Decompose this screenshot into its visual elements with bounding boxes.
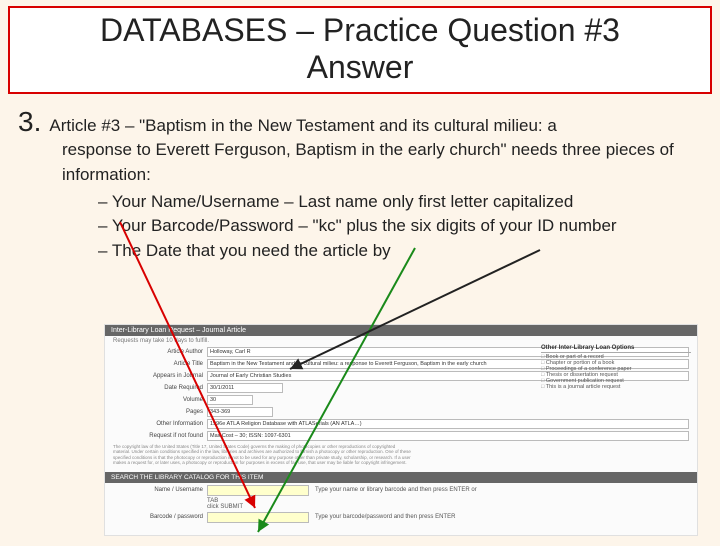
username-field[interactable]	[207, 485, 309, 496]
question-continuation: response to Everett Ferguson, Baptism in…	[62, 138, 694, 187]
field-value[interactable]: 30/1/2011	[207, 383, 283, 393]
option-item[interactable]: This is a journal article request	[541, 384, 691, 390]
barcode-label: Barcode / password	[113, 514, 207, 520]
bullet-list: Your Name/Username – Last name only firs…	[18, 190, 694, 264]
form-header: Inter-Library Loan Request – Journal Art…	[105, 325, 697, 336]
username-label: Name / Username	[113, 487, 207, 493]
title-line2: Answer	[18, 49, 702, 86]
field-value[interactable]: 30	[207, 395, 253, 405]
field-label: Article Title	[113, 361, 207, 367]
question-lead: Article #3 – "Baptism in the New Testame…	[49, 114, 556, 139]
bullet-item: Your Name/Username – Last name only firs…	[98, 190, 694, 215]
bullet-item: Your Barcode/Password – "kc" plus the si…	[98, 214, 694, 239]
field-label: Date Required	[113, 385, 207, 391]
title-line1: DATABASES – Practice Question #3	[18, 12, 702, 49]
bullet-item: The Date that you need the article by	[98, 239, 694, 264]
field-value[interactable]: Max Cost – 30; ISSN: 1097-6301	[207, 431, 689, 441]
field-label: Article Author	[113, 349, 207, 355]
username-hint: Type your name or library barcode and th…	[309, 487, 477, 493]
question-number: 3.	[18, 108, 41, 136]
field-value[interactable]: 343-369	[207, 407, 273, 417]
other-options-heading: Other Inter-Library Loan Options	[541, 345, 691, 353]
field-label: Volume	[113, 397, 207, 403]
field-value[interactable]: 1996e ATLA Religion Database with ATLASe…	[207, 419, 689, 429]
field-label: Request if not found	[113, 433, 207, 439]
barcode-field[interactable]	[207, 512, 309, 523]
submit-hint: click SUBMIT	[207, 504, 243, 510]
barcode-hint: Type your barcode/password and then pres…	[309, 514, 455, 520]
field-label: Pages	[113, 409, 207, 415]
copyright-text: The copyright law of the United States (…	[105, 442, 421, 468]
field-label: Other Information	[113, 421, 207, 427]
title-box: DATABASES – Practice Question #3 Answer	[8, 6, 712, 94]
field-label: Appears in Journal	[113, 373, 207, 379]
search-header: SEARCH THE LIBRARY CATALOG FOR THIS ITEM	[105, 472, 697, 483]
other-options: Other Inter-Library Loan Options Book or…	[541, 345, 691, 390]
content: 3. Article #3 – "Baptism in the New Test…	[0, 94, 720, 264]
ill-form-screenshot: Inter-Library Loan Request – Journal Art…	[104, 324, 698, 536]
